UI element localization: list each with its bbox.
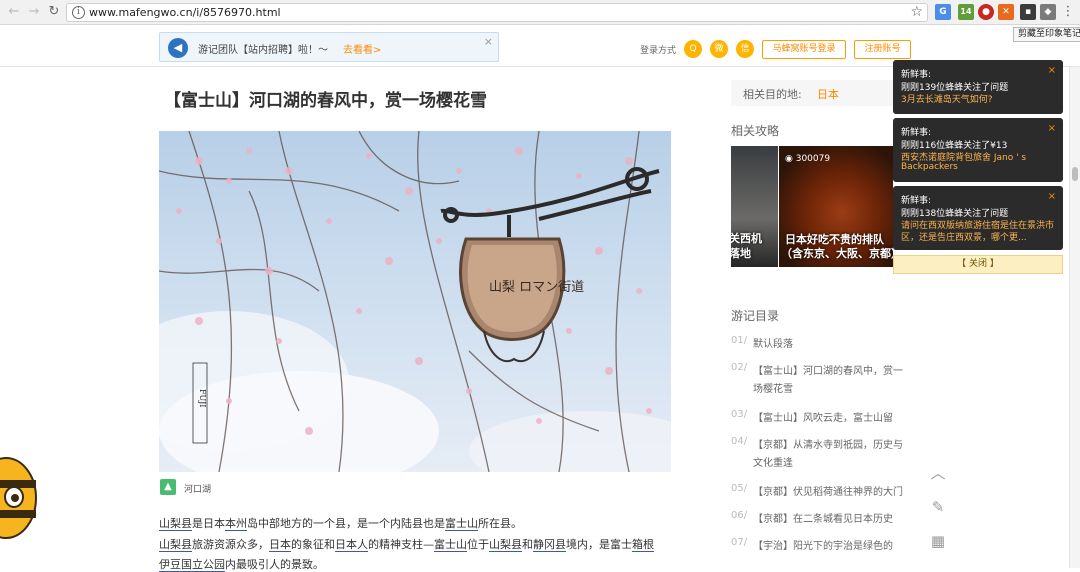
weibo-login-icon[interactable]: 微 — [710, 40, 728, 58]
notification-popup[interactable]: 新鲜事: 刚刚116位蜂蜂关注了¥13 西安杰诺庭院背包旅舍 Jano ' s … — [893, 118, 1063, 182]
extension-dark-icon[interactable]: ▪ — [1020, 4, 1036, 20]
menu-icon[interactable]: ⋮ — [1060, 4, 1076, 20]
destination-link[interactable]: 日本 — [817, 86, 839, 102]
scrollbar-thumb[interactable] — [1072, 167, 1078, 181]
extension-badge-icon[interactable]: 14 — [958, 4, 974, 20]
evernote-clipper-icon[interactable]: ◆ — [1040, 4, 1056, 20]
guide-card-title: 日本好吃不贵的排队 — [785, 233, 884, 246]
info-icon[interactable]: i — [72, 6, 85, 19]
link-japanese[interactable]: 日本人 — [335, 538, 368, 552]
qr-code-icon[interactable]: ▦ — [918, 524, 958, 558]
edit-icon[interactable]: ✎ — [918, 490, 958, 524]
destination-label: 相关目的地: — [743, 88, 802, 101]
megaphone-icon: ◀ — [168, 38, 188, 58]
link-yamanashi[interactable]: 山梨县 — [159, 538, 192, 552]
article-hero-image: 山梨 ロマン街道 FUJI — [159, 131, 671, 472]
evernote-tooltip: 剪藏至印象笔记 — [1013, 27, 1080, 42]
url-text[interactable]: www.mafengwo.cn/i/8576970.html — [89, 6, 281, 19]
article-paragraph-1: 山梨县是日本本州岛中部地方的一个县，是一个内陆县也是富士山所在县。 — [159, 517, 522, 531]
image-caption: 河口湖 — [184, 485, 212, 495]
qq-login-icon[interactable]: Q — [684, 40, 702, 58]
toc-heading: 游记目录 — [731, 309, 780, 323]
notification-close-icon[interactable]: × — [1048, 65, 1056, 76]
forward-icon[interactable]: → — [26, 4, 42, 20]
wechat-login-icon[interactable]: 信 — [736, 40, 754, 58]
guide-card-japan-food[interactable]: ◉ 300079 日本好吃不贵的排队 （含东京、大阪、京都） — [779, 146, 893, 267]
mafengwo-login-button[interactable]: 马蜂窝账号登录 — [762, 40, 846, 59]
link-honshu[interactable]: 本州 — [225, 517, 247, 531]
guide-card-kansai[interactable]: 关西机 落地 — [731, 146, 778, 267]
notification-popup[interactable]: 新鲜事: 刚刚138位蜂蜂关注了问题 请问在西双版纳旅游住宿是住在景洪市 区，还… — [893, 186, 1063, 250]
notification-close-icon[interactable]: × — [1048, 123, 1056, 134]
link-yamanashi[interactable]: 山梨县 — [489, 538, 522, 552]
mascot-bee-icon[interactable] — [0, 450, 38, 546]
article-paragraph-3: 伊豆国立公园内最吸引人的景致。 — [159, 558, 324, 572]
notification-popup[interactable]: 新鲜事: 刚刚139位蜂蜂关注了问题 3月去长滩岛天气如何? × — [893, 60, 1063, 114]
address-bar[interactable]: i www.mafengwo.cn/i/8576970.html ☆ — [66, 3, 928, 22]
notification-close-icon[interactable]: × — [1048, 191, 1056, 202]
link-fujisan[interactable]: 富士山 — [434, 538, 467, 552]
close-notifications-button[interactable]: 【 关闭 】 — [893, 255, 1063, 274]
sign-text: 山梨 ロマン街道 — [489, 280, 584, 295]
back-icon[interactable]: ← — [6, 4, 22, 20]
notice-text: 游记团队【站内招聘】啦！～ — [198, 45, 328, 56]
link-izu-park[interactable]: 伊豆国立公园 — [159, 558, 225, 572]
fuji-text: FUJI — [198, 389, 207, 407]
notice-link[interactable]: 去看看> — [343, 41, 381, 56]
translate-extension-icon[interactable]: G — [935, 4, 951, 20]
views-count: ◉ 300079 — [785, 154, 831, 164]
eye-icon: ◉ — [785, 154, 796, 164]
extension-red-icon[interactable]: ● — [978, 4, 994, 20]
back-to-top-icon[interactable]: ︿ — [918, 456, 958, 490]
related-guides-heading: 相关攻略 — [731, 124, 780, 138]
link-shizuoka[interactable]: 静冈县 — [533, 538, 566, 552]
mountain-icon: ▲ — [160, 479, 176, 495]
recruit-notice: ◀ 游记团队【站内招聘】啦！～ 去看看> × — [159, 32, 499, 62]
link-yamanashi[interactable]: 山梨县 — [159, 517, 192, 531]
reload-icon[interactable]: ↻ — [46, 4, 62, 20]
page-scrollbar[interactable] — [1069, 67, 1080, 568]
cherry-blossom-sign-illustration: 山梨 ロマン街道 FUJI — [159, 131, 671, 472]
article-paragraph-2: 山梨县旅游资源众多，日本的象征和日本人的精神支柱—富士山位于山梨县和静冈县境内，… — [159, 538, 654, 552]
related-destination: 相关目的地: 日本 — [731, 80, 893, 106]
article-title: 【富士山】河口湖的春风中，赏一场樱花雪 — [164, 91, 487, 111]
link-japan[interactable]: 日本 — [269, 538, 291, 552]
link-fujisan[interactable]: 富士山 — [445, 517, 478, 531]
guide-card-title: 关西机 — [731, 232, 762, 245]
browser-toolbar: ← → ↻ i www.mafengwo.cn/i/8576970.html ☆… — [0, 0, 1080, 25]
notice-close-icon[interactable]: × — [484, 35, 493, 48]
login-label: 登录方式 — [640, 46, 677, 56]
register-button[interactable]: 注册账号 — [854, 40, 911, 59]
guide-card-subtitle: （含东京、大阪、京都） — [781, 247, 893, 260]
link-hakone[interactable]: 箱根 — [632, 538, 654, 552]
extension-orange-icon[interactable]: ✕ — [998, 4, 1014, 20]
bookmark-star-icon[interactable]: ☆ — [910, 4, 923, 20]
guide-card-subtitle: 落地 — [731, 247, 751, 260]
